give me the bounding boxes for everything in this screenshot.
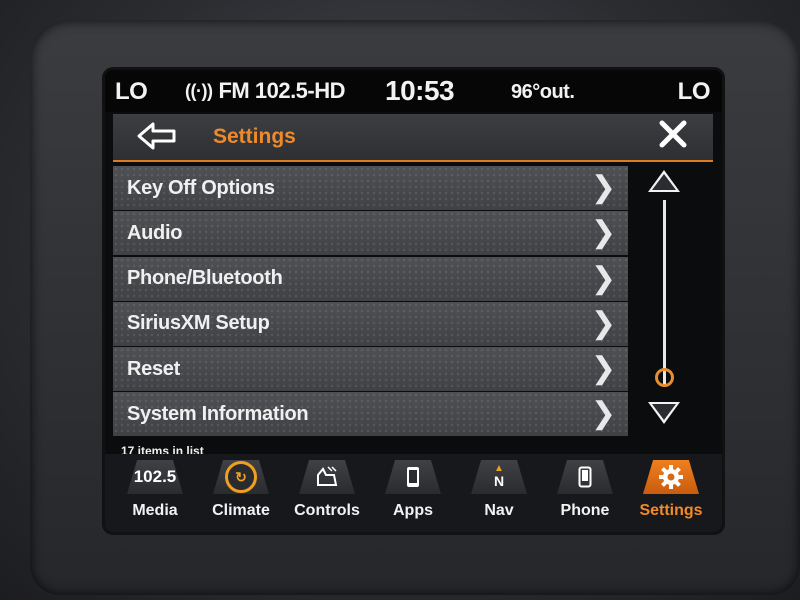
media-icon: 102.5 <box>127 460 183 494</box>
compass-icon: ▲ N <box>471 460 527 494</box>
nav-label: Phone <box>560 502 610 519</box>
list-item-reset[interactable]: Reset ❯ <box>113 347 628 392</box>
scroll-track[interactable] <box>663 200 666 386</box>
controls-icon <box>299 460 355 494</box>
list-item-audio[interactable]: Audio ❯ <box>113 211 628 256</box>
close-button[interactable] <box>659 118 687 156</box>
scroll-up-icon[interactable] <box>648 170 680 192</box>
list-item-phone-bluetooth[interactable]: Phone/Bluetooth ❯ <box>113 256 628 301</box>
nav-climate[interactable]: ↻ Climate <box>199 454 283 532</box>
chevron-right-icon: ❯ <box>590 306 616 340</box>
back-arrow-icon <box>137 122 176 150</box>
bottom-nav: 102.5 Media ↻ Climate Controls Apps ▲ N … <box>105 454 722 532</box>
chevron-right-icon: ❯ <box>590 352 616 386</box>
nav-label: Controls <box>294 502 360 519</box>
list-item-siriusxm-setup[interactable]: SiriusXM Setup ❯ <box>113 301 628 346</box>
list-item-label: SiriusXM Setup <box>127 312 270 335</box>
chevron-right-icon: ❯ <box>590 171 616 204</box>
climate-icon: ↻ <box>213 460 269 494</box>
page-title: Settings <box>213 125 296 148</box>
list-item-label: Phone/Bluetooth <box>127 267 283 290</box>
compass-north-label: N <box>493 473 505 489</box>
nav-controls[interactable]: Controls <box>285 454 369 532</box>
left-temp[interactable]: LO <box>115 78 148 106</box>
radio-station-label: FM 102.5-HD <box>218 78 346 103</box>
nav-label: Apps <box>393 502 433 519</box>
nav-media[interactable]: 102.5 Media <box>113 454 197 532</box>
nav-nav[interactable]: ▲ N Nav <box>457 454 541 532</box>
phone-icon <box>557 460 613 494</box>
scroll-thumb[interactable] <box>655 367 674 387</box>
close-icon <box>659 120 687 148</box>
list-item-label: Audio <box>127 221 183 244</box>
clock: 10:53 <box>385 75 455 106</box>
settings-header: Settings <box>113 114 713 162</box>
right-temp[interactable]: LO <box>678 78 711 106</box>
outside-temperature: 96°out. <box>511 81 575 103</box>
gear-icon <box>643 460 699 494</box>
list-item-label: System Information <box>127 402 309 425</box>
apps-icon <box>385 460 441 494</box>
radio-station[interactable]: ((·)) FM 102.5-HD <box>185 78 346 104</box>
nav-label: Nav <box>484 502 514 519</box>
list-item-key-off-options[interactable]: Key Off Options ❯ <box>113 166 628 210</box>
antenna-icon: ((·)) <box>185 80 213 101</box>
chevron-right-icon: ❯ <box>590 261 616 295</box>
chevron-right-icon: ❯ <box>590 397 616 431</box>
nav-apps[interactable]: Apps <box>371 454 455 532</box>
scroll-down-icon[interactable] <box>648 402 680 424</box>
list-item-system-information[interactable]: System Information ❯ <box>113 392 628 437</box>
nav-settings[interactable]: Settings <box>629 454 713 532</box>
chevron-right-icon: ❯ <box>590 216 616 250</box>
media-station-value: 102.5 <box>133 467 177 486</box>
nav-label: Climate <box>212 502 270 519</box>
settings-list: Key Off Options ❯ Audio ❯ Phone/Bluetoot… <box>113 166 628 438</box>
list-item-label: Key Off Options <box>127 176 275 199</box>
nav-phone[interactable]: Phone <box>543 454 627 532</box>
nav-label: Settings <box>639 502 703 519</box>
nav-label: Media <box>132 502 178 519</box>
back-button[interactable] <box>135 122 179 152</box>
infotainment-screen: LO ((·)) FM 102.5-HD 10:53 96°out. LO Se… <box>105 70 722 532</box>
status-bar: LO ((·)) FM 102.5-HD 10:53 96°out. LO <box>105 70 722 112</box>
list-item-label: Reset <box>127 357 180 380</box>
list-scrollbar[interactable] <box>640 170 690 430</box>
